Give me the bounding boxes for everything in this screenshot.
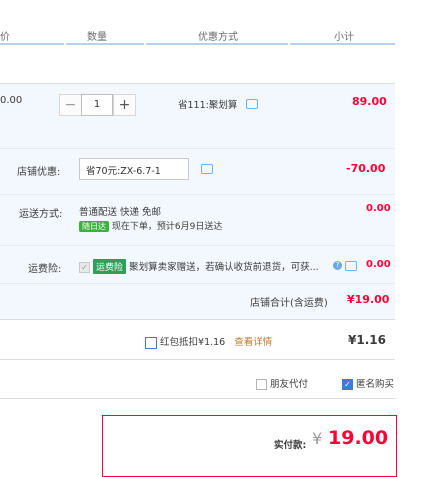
header-quantity: 数量 bbox=[87, 32, 107, 43]
anonymous-checkbox[interactable]: ✓ bbox=[342, 379, 353, 390]
anonymous-label: 匿名购买 bbox=[356, 379, 395, 390]
freight-insurance-amount: 0.00 bbox=[366, 259, 391, 270]
quantity-stepper[interactable]: − 1 + bbox=[59, 94, 136, 116]
red-packet-amount: ¥1.16 bbox=[348, 333, 386, 347]
header-promotion: 优惠方式 bbox=[198, 32, 238, 43]
divider bbox=[0, 283, 395, 284]
shop-total-amount: ¥19.00 bbox=[347, 293, 390, 306]
header-price: 价 bbox=[0, 32, 10, 43]
item-unit-price: 0.00 bbox=[0, 95, 23, 106]
quantity-input[interactable]: 1 bbox=[81, 94, 113, 116]
divider bbox=[0, 148, 395, 149]
header-underline bbox=[0, 43, 64, 45]
divider bbox=[0, 359, 395, 360]
shop-discount-label: 店铺优惠: bbox=[17, 167, 61, 178]
shipping-eta: 随日达 现在下单，预计6月9日送达 bbox=[79, 219, 222, 232]
divider bbox=[0, 245, 395, 246]
order-table-header: 价 数量 优惠方式 小计 bbox=[0, 0, 447, 45]
red-packet-details-link[interactable]: 查看详情 bbox=[234, 337, 272, 348]
friend-pay-option[interactable]: 朋友代付 bbox=[256, 376, 308, 390]
item-promotion: 省111:聚划算 bbox=[178, 100, 238, 111]
item-subtotal: 89.00 bbox=[352, 95, 387, 108]
increase-button[interactable]: + bbox=[113, 94, 136, 116]
red-packet-label: 红包抵扣¥1.16 bbox=[160, 337, 226, 348]
shipping-method: 普通配送 快递 免邮 bbox=[79, 207, 162, 218]
help-icon[interactable]: ? bbox=[333, 261, 342, 270]
shipping-note: 现在下单，预计6月9日送达 bbox=[111, 222, 223, 232]
freight-insurance-text: 聚划算卖家赠送，若确认收货前退货，可获... bbox=[129, 262, 319, 273]
shop-total-label: 店铺合计(含运费) bbox=[250, 298, 328, 309]
shop-discount-select[interactable]: 省70元:ZX-6.7-1 ⌵ bbox=[79, 158, 189, 180]
chat-icon[interactable] bbox=[246, 99, 258, 109]
shipping-label: 运送方式: bbox=[19, 209, 63, 220]
freight-insurance-label: 运费险: bbox=[28, 264, 62, 275]
red-packet-row: 红包抵扣¥1.16 查看详情 bbox=[145, 334, 272, 349]
decrease-button[interactable]: − bbox=[59, 94, 82, 116]
shop-discount-amount: -70.00 bbox=[346, 162, 386, 175]
header-underline bbox=[66, 43, 144, 45]
header-subtotal: 小计 bbox=[334, 32, 354, 43]
chevron-down-icon: ⌵ bbox=[86, 160, 95, 173]
friend-pay-label: 朋友代付 bbox=[270, 379, 309, 390]
divider bbox=[0, 398, 395, 399]
payment-label: 实付款: bbox=[274, 440, 307, 451]
delivery-badge: 随日达 bbox=[79, 221, 109, 232]
header-underline bbox=[290, 43, 395, 45]
shipping-amount: 0.00 bbox=[366, 203, 391, 214]
payment-currency: ¥ bbox=[312, 429, 323, 448]
freight-insurance-row: ✓ 运费险 聚划算卖家赠送，若确认收货前退货，可获... bbox=[79, 259, 319, 274]
divider bbox=[0, 194, 395, 195]
freight-insurance-checkbox[interactable]: ✓ bbox=[79, 262, 90, 273]
friend-pay-checkbox[interactable] bbox=[256, 379, 267, 390]
chat-icon[interactable] bbox=[345, 261, 357, 271]
payment-amount: 19.00 bbox=[328, 427, 389, 449]
freight-insurance-badge: 运费险 bbox=[93, 259, 127, 274]
anonymous-option[interactable]: ✓ 匿名购买 bbox=[342, 376, 394, 390]
red-packet-checkbox[interactable] bbox=[145, 336, 157, 349]
divider bbox=[0, 319, 395, 320]
chat-icon[interactable] bbox=[201, 164, 213, 174]
header-underline bbox=[146, 43, 288, 45]
